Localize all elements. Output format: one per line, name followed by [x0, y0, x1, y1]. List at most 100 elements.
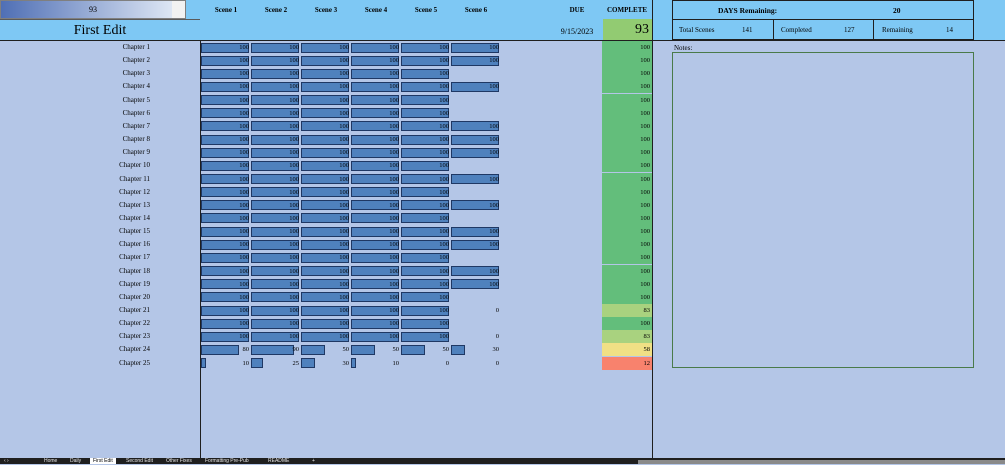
scene-cell[interactable]: 100 — [451, 54, 499, 67]
scene-cell[interactable]: 100 — [201, 120, 249, 133]
scene-cell[interactable]: 100 — [301, 107, 349, 120]
scene-cell[interactable]: 100 — [401, 67, 449, 80]
scene-cell[interactable]: 100 — [351, 304, 399, 317]
scene-cell[interactable]: 100 — [201, 238, 249, 251]
scene-cell[interactable]: 100 — [351, 212, 399, 225]
scene-cell[interactable]: 100 — [251, 291, 299, 304]
chapter-complete-cell[interactable]: 100 — [602, 264, 652, 278]
scene-cell[interactable]: 30 — [301, 357, 350, 370]
chapter-complete-cell[interactable]: 83 — [602, 330, 652, 344]
chapter-label[interactable]: Chapter 17 — [0, 251, 150, 264]
chapter-complete-cell[interactable]: 100 — [602, 211, 652, 225]
scene-cell[interactable]: 100 — [451, 120, 499, 133]
scene-cell[interactable]: 100 — [201, 80, 249, 93]
scene-cell[interactable]: 100 — [401, 94, 449, 107]
scene-cell[interactable]: 100 — [401, 291, 449, 304]
scene-cell[interactable]: 100 — [351, 186, 399, 199]
scene-cell[interactable]: 100 — [301, 133, 349, 146]
scene-cell[interactable]: 100 — [401, 278, 449, 291]
scene-cell[interactable]: 100 — [351, 251, 399, 264]
chapter-label[interactable]: Chapter 2 — [0, 54, 150, 67]
scene-cell[interactable]: 0 — [451, 357, 499, 370]
scene-cell[interactable]: 100 — [251, 41, 299, 54]
scene-cell[interactable]: 100 — [201, 41, 249, 54]
chapter-label[interactable]: Chapter 20 — [0, 291, 150, 304]
scene-cell[interactable]: 100 — [401, 133, 449, 146]
scene-cell[interactable]: 100 — [451, 133, 499, 146]
scene-cell[interactable]: 100 — [351, 225, 399, 238]
chapter-complete-cell[interactable]: 100 — [602, 185, 652, 199]
scene-cell[interactable]: 100 — [401, 317, 449, 330]
chapter-complete-cell[interactable]: 100 — [602, 41, 652, 54]
scene-cell[interactable]: 100 — [251, 120, 299, 133]
scene-cell[interactable]: 100 — [401, 238, 449, 251]
scene-cell[interactable]: 100 — [351, 120, 399, 133]
scene-cell[interactable]: 50 — [401, 343, 450, 356]
chapter-complete-cell[interactable]: 12 — [602, 356, 652, 370]
tab-readme[interactable]: README — [268, 458, 289, 464]
scene-cell[interactable]: 100 — [301, 67, 349, 80]
chapter-complete-cell[interactable]: 100 — [602, 119, 652, 133]
scene-cell[interactable]: 100 — [301, 278, 349, 291]
scene-cell[interactable]: 100 — [401, 304, 449, 317]
scene-cell[interactable]: 100 — [201, 133, 249, 146]
scene-cell[interactable]: 100 — [351, 173, 399, 186]
scene-cell[interactable]: 100 — [401, 80, 449, 93]
scene-cell[interactable]: 100 — [451, 225, 499, 238]
scene-cell[interactable]: 100 — [301, 54, 349, 67]
scene-cell[interactable]: 100 — [301, 330, 349, 343]
scene-cell[interactable]: 100 — [351, 278, 399, 291]
chapter-label[interactable]: Chapter 14 — [0, 212, 150, 225]
tab-other-fixes[interactable]: Other Fixes — [166, 458, 192, 464]
scene-cell[interactable]: 100 — [201, 186, 249, 199]
tab-second-edit[interactable]: Second Edit — [126, 458, 153, 464]
scene-cell[interactable]: 50 — [351, 343, 400, 356]
scene-cell[interactable]: 100 — [301, 251, 349, 264]
tab-formatting-pre-pub[interactable]: Formatting Pre-Pub — [205, 458, 249, 464]
scene-cell[interactable]: 100 — [201, 225, 249, 238]
scene-cell[interactable]: 100 — [451, 238, 499, 251]
scene-cell[interactable]: 100 — [251, 133, 299, 146]
scene-cell[interactable]: 0 — [451, 304, 499, 317]
chapter-complete-cell[interactable]: 100 — [602, 133, 652, 147]
scene-cell[interactable]: 100 — [401, 251, 449, 264]
chapter-label[interactable]: Chapter 13 — [0, 199, 150, 212]
chapter-label[interactable]: Chapter 3 — [0, 67, 150, 80]
chapter-label[interactable]: Chapter 23 — [0, 330, 150, 343]
scene-cell[interactable]: 100 — [401, 186, 449, 199]
scene-cell[interactable]: 100 — [251, 225, 299, 238]
scene-cell[interactable]: 100 — [401, 199, 449, 212]
chapter-complete-cell[interactable]: 100 — [602, 251, 652, 265]
scene-cell[interactable]: 100 — [351, 146, 399, 159]
scene-cell[interactable]: 100 — [201, 212, 249, 225]
scene-cell[interactable]: 100 — [201, 265, 249, 278]
chapter-label[interactable]: Chapter 10 — [0, 159, 150, 172]
chapter-label[interactable]: Chapter 16 — [0, 238, 150, 251]
scene-cell[interactable]: 100 — [351, 317, 399, 330]
scene-cell[interactable]: 100 — [301, 41, 349, 54]
scene-cell[interactable]: 100 — [201, 304, 249, 317]
scene-cell[interactable]: 100 — [201, 54, 249, 67]
scene-cell[interactable]: 100 — [401, 107, 449, 120]
scene-cell[interactable]: 100 — [351, 80, 399, 93]
chapter-label[interactable]: Chapter 4 — [0, 80, 150, 93]
scene-cell[interactable]: 100 — [201, 67, 249, 80]
chapter-label[interactable]: Chapter 6 — [0, 107, 150, 120]
chapter-complete-cell[interactable]: 100 — [602, 198, 652, 212]
chapter-label[interactable]: Chapter 19 — [0, 278, 150, 291]
scene-cell[interactable]: 90 — [251, 343, 300, 356]
scene-cell[interactable]: 10 — [351, 357, 400, 370]
scene-cell[interactable]: 100 — [401, 159, 449, 172]
scene-cell[interactable]: 100 — [301, 212, 349, 225]
chapter-label[interactable]: Chapter 25 — [0, 357, 150, 370]
scene-cell[interactable]: 100 — [351, 265, 399, 278]
scene-cell[interactable]: 100 — [301, 225, 349, 238]
scene-cell[interactable]: 100 — [251, 251, 299, 264]
chapter-complete-cell[interactable]: 100 — [602, 54, 652, 68]
scene-cell[interactable]: 100 — [351, 94, 399, 107]
scene-cell[interactable]: 0 — [451, 330, 499, 343]
scene-cell[interactable]: 100 — [201, 146, 249, 159]
scene-cell[interactable]: 100 — [301, 146, 349, 159]
scene-cell[interactable]: 100 — [201, 199, 249, 212]
scene-cell[interactable]: 100 — [201, 291, 249, 304]
